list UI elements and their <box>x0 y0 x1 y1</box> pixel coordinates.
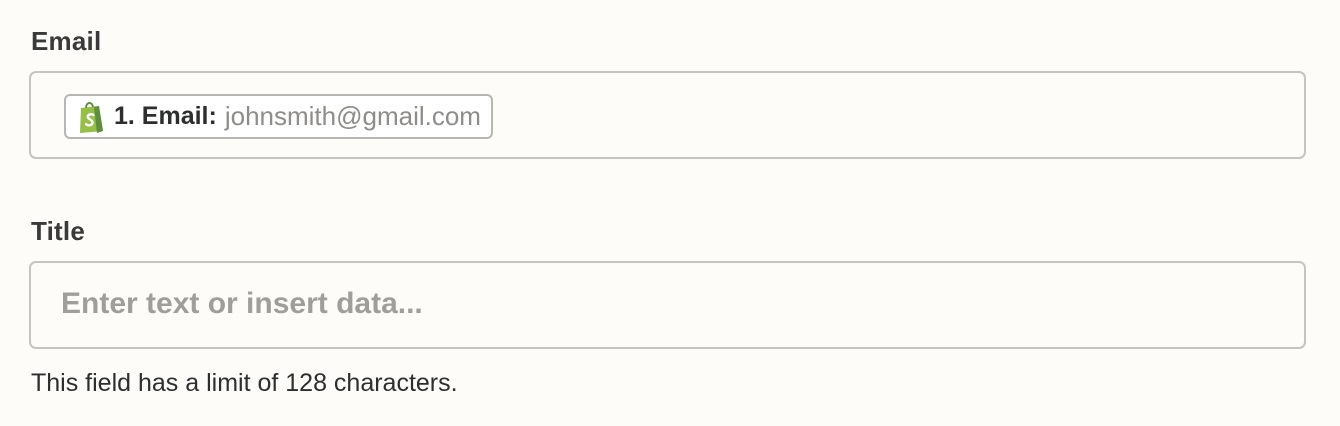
pill-field-value: johnsmith@gmail.com <box>224 101 481 131</box>
pill-field-key: 1. Email: <box>114 102 217 130</box>
email-field[interactable]: 1. Email: johnsmith@gmail.com <box>29 71 1306 159</box>
title-input-placeholder: Enter text or insert data... <box>61 287 423 320</box>
title-field-label: Title <box>31 216 85 246</box>
email-data-pill[interactable]: 1. Email: johnsmith@gmail.com <box>64 94 493 139</box>
character-limit-hint: This field has a limit of 128 characters… <box>31 369 458 397</box>
email-field-label: Email <box>31 26 102 56</box>
title-input[interactable]: Enter text or insert data... <box>29 261 1306 349</box>
shopify-bag-icon <box>76 99 106 135</box>
